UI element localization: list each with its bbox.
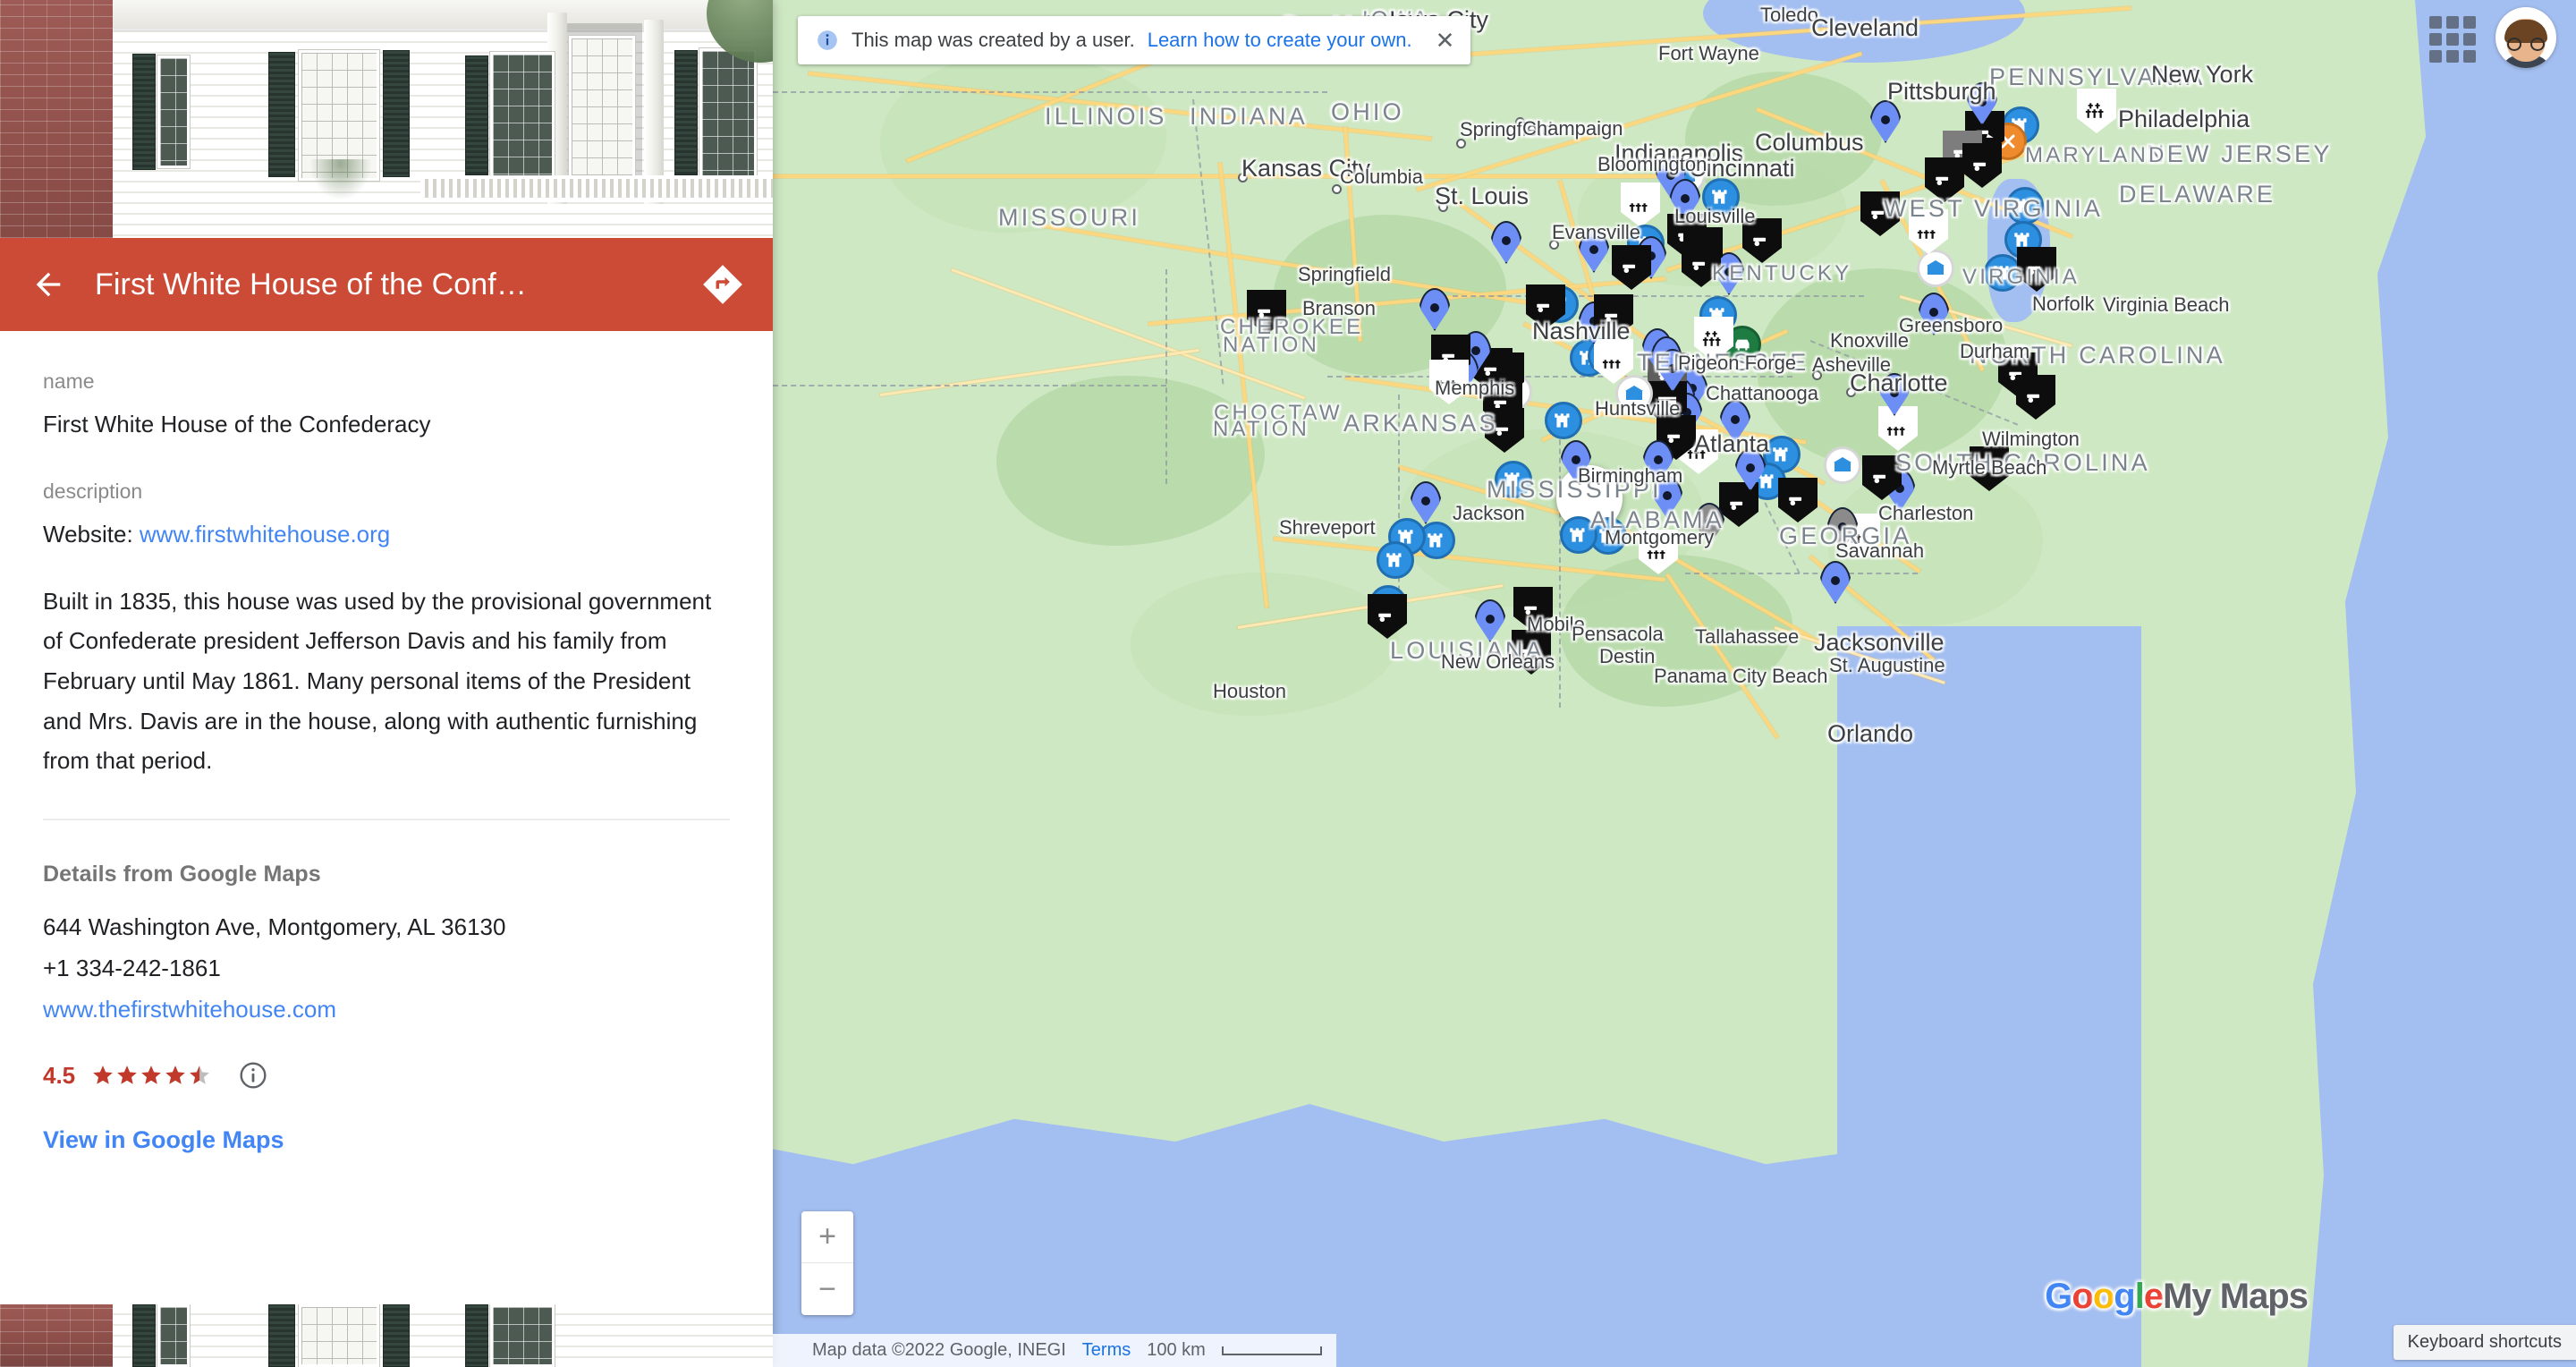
rating-stars bbox=[91, 1064, 211, 1087]
star-icon bbox=[93, 1066, 113, 1085]
field-description-label: description bbox=[43, 479, 143, 503]
map-marker-pin[interactable] bbox=[1560, 440, 1592, 483]
google-maps-details-section: Details from Google Maps 644 Washington … bbox=[0, 820, 773, 1154]
rating-value: 4.5 bbox=[43, 1061, 76, 1089]
map-marker-pin[interactable] bbox=[1869, 100, 1902, 143]
google-my-maps-app: First White House of the Conf… name Firs… bbox=[0, 0, 2576, 1367]
map-attribution: Map data ©2022 Google, INEGI Terms 100 k… bbox=[773, 1334, 1336, 1367]
map-marker-pin[interactable] bbox=[1410, 481, 1442, 524]
map-viewport[interactable]: ILLINOIS INDIANA OHIO PENNSYLVANIA NEW JERSE… bbox=[773, 0, 2576, 1367]
terms-link[interactable]: Terms bbox=[1082, 1340, 1131, 1361]
place-hero-image: First White House of the Conf… bbox=[0, 0, 773, 331]
map-marker-fort[interactable] bbox=[1984, 254, 2021, 292]
view-in-google-maps-link[interactable]: View in Google Maps bbox=[43, 1126, 284, 1154]
map-marker-pin[interactable] bbox=[1719, 400, 1751, 443]
info-circle-icon bbox=[240, 1062, 267, 1089]
map-marker-fort[interactable] bbox=[1545, 402, 1582, 439]
map-marker-pin[interactable] bbox=[1474, 599, 1506, 642]
map-marker-pin[interactable] bbox=[1693, 503, 1725, 546]
notification-link[interactable]: Learn how to create your own. bbox=[1148, 29, 1412, 52]
place-phone: +1 334-242-1861 bbox=[43, 954, 221, 981]
map-marker-museum[interactable] bbox=[1917, 250, 1954, 287]
map-marker-fort[interactable] bbox=[1702, 178, 1740, 216]
star-icon bbox=[117, 1066, 137, 1085]
place-website-row: www.thefirstwhitehouse.com bbox=[43, 989, 730, 1031]
field-name: name First White House of the Confederac… bbox=[43, 331, 730, 441]
map-marker-pin[interactable] bbox=[1819, 561, 1852, 604]
map-marker-pin[interactable] bbox=[1966, 82, 1998, 125]
info-icon bbox=[818, 30, 837, 50]
map-marker-pin[interactable] bbox=[1419, 288, 1451, 331]
user-avatar-icon[interactable] bbox=[2496, 7, 2556, 68]
description-paragraph: Built in 1835, this house was used by th… bbox=[43, 587, 712, 775]
keyboard-shortcuts-button[interactable]: Keyboard shortcuts bbox=[2393, 1325, 2576, 1360]
field-name-value: First White House of the Confederacy bbox=[43, 410, 431, 437]
secondary-photo-strip bbox=[0, 1304, 773, 1367]
scale-bar bbox=[1221, 1346, 1322, 1355]
watermark-my-maps: My Maps bbox=[2163, 1277, 2309, 1316]
map-marker-pin[interactable] bbox=[1657, 349, 1689, 392]
place-title: First White House of the Conf… bbox=[95, 267, 527, 301]
star-icon bbox=[141, 1066, 161, 1085]
place-website-link[interactable]: www.thefirstwhitehouse.com bbox=[43, 996, 336, 1023]
florida-coast bbox=[1837, 626, 2141, 1367]
field-name-label: name bbox=[43, 369, 95, 393]
map-marker-pin[interactable] bbox=[1878, 373, 1911, 416]
rating-info-button[interactable] bbox=[238, 1060, 268, 1091]
place-header-bar: First White House of the Conf… bbox=[0, 238, 773, 331]
field-description: description Website: www.firstwhitehouse… bbox=[43, 441, 730, 781]
scale-label: 100 km bbox=[1147, 1340, 1206, 1360]
map-marker-pin[interactable] bbox=[1578, 230, 1610, 273]
star-half-icon bbox=[190, 1066, 209, 1085]
map-marker-pin[interactable] bbox=[1651, 476, 1683, 519]
close-icon[interactable]: ✕ bbox=[1436, 29, 1455, 52]
notification-text: This map was created by a user. bbox=[852, 29, 1135, 51]
user-map-notification: This map was created by a user. Learn ho… bbox=[798, 16, 1471, 64]
directions-button[interactable] bbox=[698, 259, 748, 310]
zoom-in-button[interactable]: + bbox=[801, 1211, 853, 1263]
google-my-maps-watermark: GoogleMy Maps bbox=[2045, 1277, 2309, 1316]
apps-grid-icon[interactable] bbox=[2429, 16, 2476, 63]
map-marker-fort[interactable] bbox=[1495, 461, 1532, 498]
place-detail-panel: First White House of the Conf… name Firs… bbox=[0, 0, 773, 1367]
zoom-out-button[interactable]: − bbox=[801, 1263, 853, 1315]
star-icon bbox=[165, 1066, 185, 1085]
place-address: 644 Washington Ave, Montgomery, AL 36130 bbox=[43, 913, 506, 941]
rating-row: 4.5 bbox=[43, 1060, 730, 1091]
map-canvas[interactable]: ILLINOIS INDIANA OHIO PENNSYLVANIA NEW JERSE… bbox=[773, 0, 2576, 1367]
website-prefix: Website: bbox=[43, 520, 140, 548]
map-marker-pin[interactable] bbox=[1918, 293, 1950, 335]
map-marker-pin[interactable] bbox=[1734, 448, 1767, 491]
map-marker-pin[interactable] bbox=[1826, 507, 1859, 550]
map-marker-museum[interactable] bbox=[1824, 446, 1861, 484]
map-marker-museum[interactable] bbox=[1615, 375, 1653, 412]
directions-icon bbox=[703, 265, 742, 304]
map-marker-pin[interactable] bbox=[1490, 221, 1522, 264]
map-marker-fort[interactable] bbox=[1560, 516, 1597, 554]
attribution-copyright: Map data ©2022 Google, INEGI bbox=[812, 1340, 1066, 1360]
description-website-line: Website: www.firstwhitehouse.org bbox=[43, 518, 730, 551]
back-button[interactable] bbox=[25, 261, 72, 308]
panel-body: name First White House of the Confederac… bbox=[0, 331, 773, 821]
website-link[interactable]: www.firstwhitehouse.org bbox=[140, 521, 390, 548]
zoom-controls: + − bbox=[801, 1211, 853, 1315]
arrow-back-icon bbox=[36, 272, 61, 297]
google-details-heading: Details from Google Maps bbox=[43, 862, 321, 887]
